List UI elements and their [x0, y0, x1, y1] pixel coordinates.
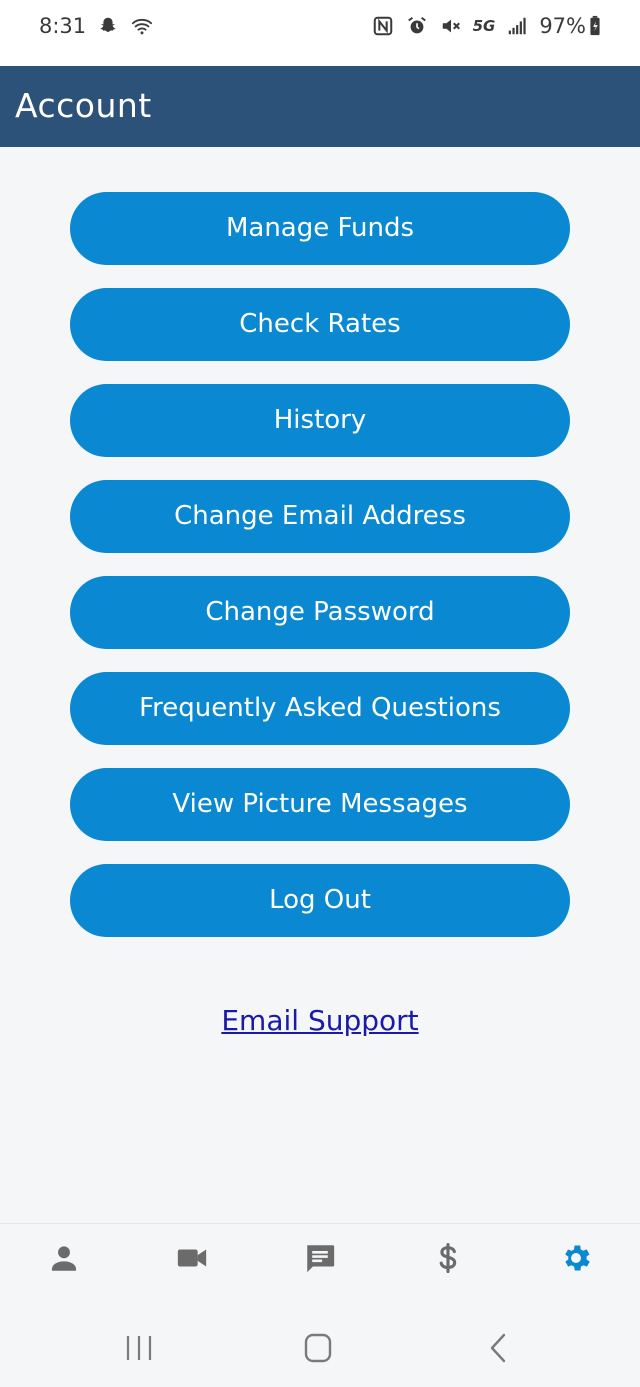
status-time: 8:31 — [39, 14, 87, 38]
view-picture-messages-button[interactable]: View Picture Messages — [70, 768, 570, 841]
history-button[interactable]: History — [70, 384, 570, 457]
tab-settings[interactable] — [556, 1238, 596, 1278]
recent-apps-icon — [126, 1336, 152, 1360]
faq-button[interactable]: Frequently Asked Questions — [70, 672, 570, 745]
gear-icon — [565, 1245, 590, 1271]
snapchat-icon — [96, 14, 120, 38]
tab-messages[interactable] — [300, 1238, 340, 1278]
tab-payments[interactable] — [428, 1238, 468, 1278]
dollar-icon — [439, 1242, 457, 1274]
back-button[interactable] — [478, 1330, 518, 1366]
change-email-address-button[interactable]: Change Email Address — [70, 480, 570, 553]
network-type: 5G — [472, 17, 496, 35]
check-rates-button[interactable]: Check Rates — [70, 288, 570, 361]
wifi-icon — [130, 14, 154, 38]
status-bar: 8:31 5G 97% — [0, 0, 640, 66]
alarm-icon — [405, 14, 429, 38]
page-title: Account — [15, 86, 152, 125]
video-icon — [177, 1249, 207, 1267]
home-button[interactable] — [298, 1330, 338, 1366]
log-out-button[interactable]: Log Out — [70, 864, 570, 937]
signal-icon — [505, 14, 529, 38]
manage-funds-button[interactable]: Manage Funds — [70, 192, 570, 265]
battery-icon — [588, 14, 602, 38]
status-left: 8:31 — [39, 14, 154, 38]
home-icon — [304, 1333, 332, 1363]
battery-percent: 97% — [539, 14, 586, 38]
change-password-button[interactable]: Change Password — [70, 576, 570, 649]
email-support-link[interactable]: Email Support — [215, 1004, 424, 1037]
account-menu: Manage Funds Check Rates History Change … — [70, 192, 570, 960]
nfc-icon — [371, 14, 395, 38]
mute-icon — [439, 14, 463, 38]
back-icon — [490, 1333, 506, 1363]
tab-contacts[interactable] — [44, 1238, 84, 1278]
system-nav-bar — [0, 1294, 640, 1387]
status-right: 5G 97% — [371, 14, 602, 38]
tab-video[interactable] — [172, 1238, 212, 1278]
recent-apps-button[interactable] — [119, 1330, 159, 1366]
message-icon — [307, 1245, 335, 1273]
person-icon — [51, 1246, 77, 1271]
support-link-container: Email Support — [0, 1004, 640, 1037]
bottom-tab-bar — [0, 1223, 640, 1294]
app-header: Account — [0, 66, 640, 147]
